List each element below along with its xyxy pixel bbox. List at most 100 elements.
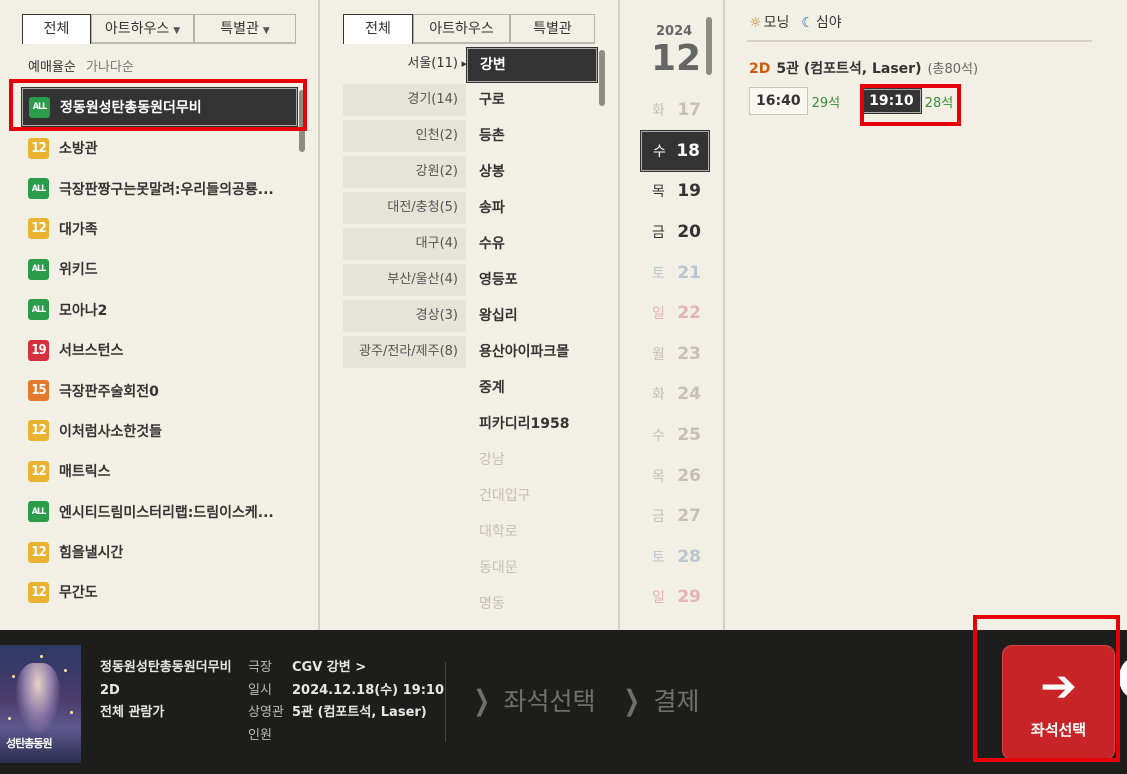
date-item[interactable]: 수 18 xyxy=(640,129,710,173)
sort-by-name[interactable]: 가나다순 xyxy=(86,60,134,75)
region-item[interactable]: 경기(14) xyxy=(343,84,466,116)
movie-item[interactable]: 12 힘을낼시간 xyxy=(22,532,297,572)
theater-list: 강변 구로 등촌 상봉 송파 수유 영등포 왕십리 용산아이파크몰 중계 피카디리1958 강남 건대입… xyxy=(466,47,598,622)
theater-item[interactable]: 중계 xyxy=(467,370,597,406)
night-filter[interactable]: ☾ 심야 xyxy=(801,12,841,32)
summary-people-label: 인원 xyxy=(248,727,272,743)
movie-title: 대가족 xyxy=(59,221,98,238)
month-label: 12 xyxy=(651,38,702,79)
region-item[interactable]: 서울(11) xyxy=(343,48,467,80)
theater-item[interactable]: 왕십리 xyxy=(467,298,597,334)
date-list-scrollbar[interactable] xyxy=(706,17,712,75)
region-item[interactable]: 대전/충청(5) xyxy=(343,192,466,224)
region-item[interactable]: 강원(2) xyxy=(343,156,466,188)
theater-item[interactable]: 송파 xyxy=(467,190,597,226)
summary-movie-rating: 전체 관람가 xyxy=(100,705,165,720)
movie-tab-arthouse[interactable]: 아트하우스 ▼ xyxy=(91,14,194,44)
region-item[interactable]: 경상(3) xyxy=(343,300,466,332)
morning-label: 모닝 xyxy=(763,15,790,31)
theater-item[interactable]: 상봉 xyxy=(467,154,597,190)
theater-tabs: 전체 아트하우스 특별관 xyxy=(343,14,595,44)
region-item[interactable]: 인천(2) xyxy=(343,120,466,152)
summary-theater-link[interactable]: CGV 강변 > xyxy=(292,657,366,680)
side-floating-button[interactable] xyxy=(1119,658,1127,698)
theater-list-scrollbar[interactable] xyxy=(599,50,605,106)
showtime-button[interactable]: 16:40 xyxy=(749,87,808,115)
movie-title: 모아나2 xyxy=(59,302,108,319)
movie-item[interactable]: 12 매트릭스 xyxy=(22,451,297,491)
region-item[interactable]: 부산/울산(4) xyxy=(343,264,466,296)
theater-item[interactable]: 피카디리1958 xyxy=(467,406,597,442)
region-item[interactable]: 광주/전라/제주(8) xyxy=(343,336,466,368)
movie-item[interactable]: 12 소방관 xyxy=(22,128,297,168)
movie-list-scrollbar[interactable] xyxy=(299,90,305,152)
date-item: 수 25 xyxy=(641,415,709,456)
movie-item[interactable]: 19 서브스턴스 xyxy=(22,330,297,370)
theater-item: 명동 xyxy=(479,596,505,612)
rating-badge-icon: 12 xyxy=(28,420,49,442)
date-day: 28 xyxy=(677,546,701,567)
movie-title: 극장판짱구는못말려:우리들의공룡... xyxy=(59,181,274,198)
date-item: 목 26 xyxy=(641,455,709,496)
step-payment: ❯ 결제 xyxy=(620,682,700,718)
theater-item[interactable]: 용산아이파크몰 xyxy=(467,334,597,370)
date-item: 월 23 xyxy=(641,334,709,375)
theater-tab-arthouse[interactable]: 아트하우스 xyxy=(413,14,510,44)
poster-title: 성탄총동원 xyxy=(6,737,53,750)
movie-item[interactable]: 12 이처럼사소한것들 xyxy=(22,411,297,451)
rating-badge-icon: ALL xyxy=(29,96,50,118)
time-panel: ☼ 모닝 ☾ 심야 2D 5관 (컴포트석, Laser) (총80석) 16:40 29… xyxy=(727,0,1127,630)
rating-badge-icon: 12 xyxy=(28,460,49,482)
date-item: 토 28 xyxy=(641,537,709,578)
theater-item: 건대입구 xyxy=(479,488,531,504)
movie-item[interactable]: ALL 엔시티드림미스터리랩:드림이스케... xyxy=(22,492,297,532)
date-item[interactable]: 금 20 xyxy=(641,212,709,253)
summary-screen-label: 상영관 xyxy=(248,705,284,720)
moon-icon: ☾ xyxy=(801,15,814,31)
movie-item[interactable]: ALL 정동원성탄총동원더무비 xyxy=(21,87,298,127)
chevron-right-icon: ❯ xyxy=(473,683,490,717)
movie-title: 엔시티드림미스터리랩:드림이스케... xyxy=(59,504,274,521)
theater-item[interactable]: 구로 xyxy=(467,82,597,118)
movie-item[interactable]: 12 대가족 xyxy=(22,209,297,249)
movie-item[interactable]: 12 무간도 xyxy=(22,572,297,612)
movie-list: ALL 정동원성탄총동원더무비 12 소방관 ALL 극장판짱구는못말려:우리들의공룡..… xyxy=(21,86,298,613)
region-list: 서울(11) 경기(14) 인천(2) 강원(2) 대전/충청(5) 대구(4) 부산/울산… xyxy=(343,48,467,372)
date-weekday: 일 xyxy=(652,590,665,607)
date-item[interactable]: 목 19 xyxy=(641,171,709,212)
date-day: 22 xyxy=(677,303,701,324)
movie-title: 서브스턴스 xyxy=(59,343,124,360)
divider xyxy=(445,662,446,742)
screen-info: 2D 5관 (컴포트석, Laser) (총80석) xyxy=(749,58,978,78)
theater-item[interactable]: 강변 xyxy=(466,47,598,83)
theater-item[interactable]: 수유 xyxy=(467,226,597,262)
date-item: 화 17 xyxy=(641,90,709,131)
seat-selection-button[interactable]: ➔ 좌석선택 xyxy=(1002,645,1115,760)
movie-title: 이처럼사소한것들 xyxy=(59,423,163,440)
showtime-button[interactable]: 19:10 xyxy=(861,88,922,114)
movie-poster: 성탄총동원 xyxy=(0,645,81,763)
movie-item[interactable]: ALL 모아나2 xyxy=(22,290,297,330)
movie-title: 위키드 xyxy=(59,262,98,279)
date-weekday: 화 xyxy=(652,387,665,404)
theater-tab-special[interactable]: 특별관 xyxy=(510,14,595,44)
movie-item[interactable]: ALL 위키드 xyxy=(22,249,297,289)
movie-tab-special[interactable]: 특별관 ▼ xyxy=(194,14,296,44)
night-label: 심야 xyxy=(815,15,842,31)
movie-title: 소방관 xyxy=(59,141,98,158)
morning-filter[interactable]: ☼ 모닝 xyxy=(749,12,789,32)
movie-item[interactable]: 15 극장판주술회전0 xyxy=(22,370,297,410)
theater-tab-all[interactable]: 전체 xyxy=(343,14,413,44)
date-weekday: 목 xyxy=(652,184,665,201)
movie-tab-all[interactable]: 전체 xyxy=(22,14,91,44)
date-day: 27 xyxy=(677,506,701,527)
theater-item[interactable]: 등촌 xyxy=(467,118,597,154)
region-item[interactable]: 대구(4) xyxy=(343,228,466,260)
date-day: 29 xyxy=(677,587,701,608)
date-weekday: 목 xyxy=(652,468,665,485)
movie-item[interactable]: ALL 극장판짱구는못말려:우리들의공룡... xyxy=(22,168,297,208)
theater-item[interactable]: 영등포 xyxy=(467,262,597,298)
sort-by-booking-rate[interactable]: 예매율순 xyxy=(28,60,76,75)
date-item: 금 27 xyxy=(641,496,709,537)
date-day: 19 xyxy=(677,181,701,202)
